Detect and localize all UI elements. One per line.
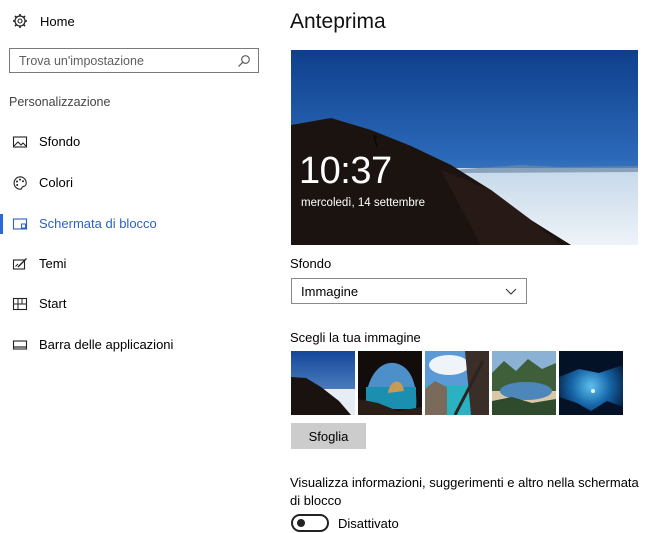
sidebar-item-label: Start [39,296,67,311]
lock-screen-info-label: Visualizza informazioni, suggerimenti e … [290,475,639,508]
sidebar-item-temi[interactable]: Temi [0,250,270,278]
search-icon[interactable] [236,53,252,69]
selection-indicator [0,132,3,152]
thumbnail-2[interactable] [358,351,422,415]
background-dropdown[interactable]: Immagine [291,278,527,304]
sidebar-item-start[interactable]: Start [0,290,270,318]
sidebar-item-label: Barra delle applicazioni [39,337,174,352]
selection-indicator [0,254,3,274]
sidebar-item-label: Temi [39,256,67,271]
chevron-down-icon [504,284,518,298]
home-link[interactable]: Home [12,12,75,30]
browse-button[interactable]: Sfoglia [291,423,366,449]
selection-indicator [0,173,3,193]
search-placeholder: Trova un'impostazione [19,53,144,68]
home-label: Home [40,13,75,29]
gear-icon [12,13,28,29]
sidebar-item-label: Sfondo [39,134,81,149]
settings-nav: Home Trova un'impostazione Personalizzaz… [0,0,270,533]
toggle-knob [297,519,305,527]
preview-date: mercoledì, 14 settembre [301,197,426,209]
selection-indicator [0,335,3,355]
lock-screen-icon [12,216,28,232]
section-title: Personalizzazione [9,95,111,109]
selection-indicator [0,214,3,234]
lock-screen-preview: 10:37 mercoledì, 14 settembre [291,50,638,245]
themes-icon [12,256,28,272]
search-input[interactable]: Trova un'impostazione [9,48,259,73]
thumbnail-3[interactable] [425,351,489,415]
palette-icon [12,175,28,191]
background-dropdown-value: Immagine [301,283,359,299]
thumbnail-1[interactable] [291,351,355,415]
preview-clock: 10:37 [299,150,392,192]
sidebar-item-sfondo[interactable]: Sfondo [0,128,270,156]
page-title: Anteprima [290,10,386,33]
selection-indicator [0,294,3,314]
taskbar-icon [12,337,28,353]
sidebar-item-label: Colori [39,175,73,190]
start-icon [12,296,28,312]
sidebar-item-label: Schermata di blocco [39,216,157,231]
sidebar-item-barra-delle-applicazioni[interactable]: Barra delle applicazioni [0,331,270,359]
picture-icon [12,134,28,150]
sidebar-item-colori[interactable]: Colori [0,169,270,197]
toggle-state-label: Disattivato [338,515,399,531]
preview-image [291,50,638,245]
lock-screen-info-toggle[interactable] [291,514,329,532]
background-label: Sfondo [290,256,332,271]
thumbnail-5[interactable] [559,351,623,415]
sidebar-item-schermata-di-blocco[interactable]: Schermata di blocco [0,210,270,238]
choose-image-label: Scegli la tua immagine [290,330,421,345]
lock-screen-info-toggle-row: Disattivato [291,514,399,532]
thumbnail-4[interactable] [492,351,556,415]
